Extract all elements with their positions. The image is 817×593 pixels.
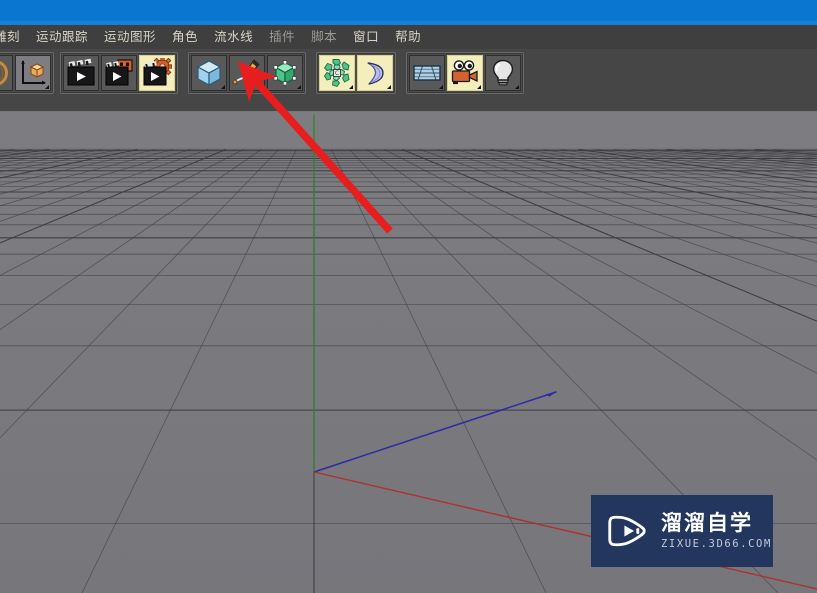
floor-environment-icon (412, 58, 442, 88)
pen-spline-icon (232, 58, 262, 88)
undo-circle-icon: Z (0, 58, 10, 88)
main-toolbar: Z (0, 49, 817, 113)
toolbar-button-nurbs-generator[interactable] (267, 55, 303, 91)
menu-script[interactable]: 脚本 (303, 25, 345, 49)
render-group (60, 52, 178, 94)
toolbar-button-cube-primitive[interactable] (191, 55, 227, 91)
menu-motion-tracker[interactable]: 运动跟踪 (28, 25, 96, 49)
camera-icon (450, 58, 480, 88)
menu-character[interactable]: 角色 (164, 25, 206, 49)
flyout-triangle-icon[interactable] (515, 85, 519, 89)
render-settings-icon (142, 58, 172, 88)
toolbar-button-axis-cube[interactable] (15, 55, 51, 91)
cloner-icon: C (322, 58, 352, 88)
menu-bar: 雕刻运动跟踪运动图形角色流水线插件脚本窗口帮助 (0, 25, 817, 50)
svg-text:C: C (335, 70, 339, 77)
toolbar-button-render-region[interactable] (101, 55, 137, 91)
flyout-triangle-icon[interactable] (439, 85, 443, 89)
toolbar-button-light-bulb[interactable] (485, 55, 521, 91)
toolbar-button-pen-spline[interactable] (229, 55, 265, 91)
render-region-icon (104, 58, 134, 88)
toolbar-button-camera[interactable] (447, 55, 483, 91)
flyout-triangle-icon[interactable] (387, 85, 391, 89)
play-shield-icon (608, 515, 646, 547)
toolbar-button-undo-circle[interactable]: Z (0, 55, 13, 91)
flyout-triangle-icon[interactable] (221, 85, 225, 89)
toolbar-button-cloner[interactable]: C (319, 55, 355, 91)
axis-cube-icon (18, 58, 48, 88)
create-group (188, 52, 306, 94)
menu-window[interactable]: 窗口 (345, 25, 387, 49)
undo-group: Z (0, 52, 54, 94)
menu-plugins[interactable]: 插件 (261, 25, 303, 49)
flyout-triangle-icon[interactable] (259, 85, 263, 89)
title-bar (0, 0, 817, 25)
light-bulb-icon (488, 58, 518, 88)
mograph-group: C (316, 52, 396, 94)
zixue-watermark: 溜溜自学 ZIXUE.3D66.COM (591, 495, 773, 567)
scene-group (406, 52, 524, 94)
flyout-triangle-icon[interactable] (45, 85, 49, 89)
watermark-subtitle: ZIXUE.3D66.COM (661, 538, 772, 550)
menu-pipeline[interactable]: 流水线 (206, 25, 261, 49)
nurbs-generator-icon (270, 58, 300, 88)
toolbar-button-render-view[interactable] (63, 55, 99, 91)
cube-primitive-icon (194, 58, 224, 88)
toolbar-button-deformer-bend[interactable] (357, 55, 393, 91)
watermark-text: 溜溜自学 ZIXUE.3D66.COM (661, 511, 772, 551)
flyout-triangle-icon[interactable] (349, 85, 353, 89)
deformer-bend-icon (360, 58, 390, 88)
toolbar-button-floor-environment[interactable] (409, 55, 445, 91)
menu-sculpting[interactable]: 雕刻 (0, 25, 28, 49)
flyout-triangle-icon[interactable] (477, 85, 481, 89)
render-view-icon (66, 58, 96, 88)
menu-help[interactable]: 帮助 (387, 25, 429, 49)
menu-mograph[interactable]: 运动图形 (96, 25, 164, 49)
flyout-triangle-icon[interactable] (297, 85, 301, 89)
app-window: 雕刻运动跟踪运动图形角色流水线插件脚本窗口帮助 Z (0, 0, 817, 593)
watermark-title: 溜溜自学 (661, 511, 753, 535)
toolbar-button-render-settings[interactable] (139, 55, 175, 91)
